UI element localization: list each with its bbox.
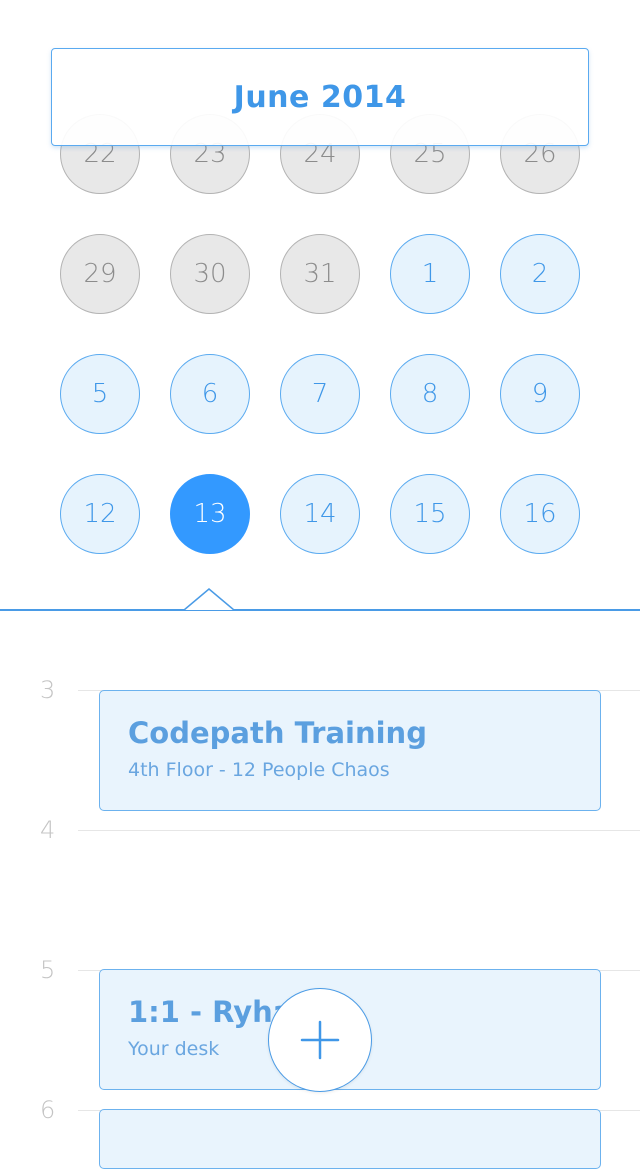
calendar-day[interactable]: 30 [170, 234, 250, 314]
event-location: 4th Floor - 12 People Chaos [128, 759, 390, 781]
plus-icon [300, 1020, 340, 1060]
calendar-day[interactable]: 6 [170, 354, 250, 434]
month-title[interactable]: June 2014 [51, 48, 589, 146]
calendar-day[interactable]: 14 [280, 474, 360, 554]
calendar-day[interactable]: 16 [500, 474, 580, 554]
calendar-day[interactable]: 7 [280, 354, 360, 434]
calendar-divider [0, 609, 640, 611]
selected-day-pointer [184, 588, 234, 611]
calendar-day[interactable]: 8 [390, 354, 470, 434]
calendar-day[interactable]: 31 [280, 234, 360, 314]
calendar-day[interactable]: 2 [500, 234, 580, 314]
calendar-day-selected[interactable]: 13 [170, 474, 250, 554]
event-card[interactable]: Codepath Training 4th Floor - 12 People … [99, 690, 601, 811]
calendar-day[interactable]: 29 [60, 234, 140, 314]
calendar-day[interactable]: 9 [500, 354, 580, 434]
calendar-day[interactable]: 15 [390, 474, 470, 554]
hour-label: 4 [40, 816, 56, 844]
calendar-day[interactable]: 5 [60, 354, 140, 434]
hour-label: 3 [40, 676, 56, 704]
hour-label: 5 [40, 956, 56, 984]
add-event-button[interactable] [268, 988, 372, 1092]
calendar-day[interactable]: 1 [390, 234, 470, 314]
event-card[interactable] [99, 1109, 601, 1169]
calendar-day[interactable]: 12 [60, 474, 140, 554]
event-title: Codepath Training [128, 716, 427, 750]
hour-line [78, 830, 640, 831]
hour-label: 6 [40, 1096, 56, 1124]
